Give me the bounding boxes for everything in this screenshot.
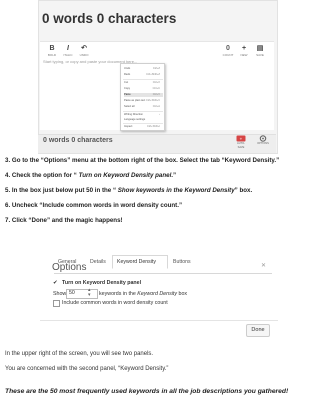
menu-item-label: Redo: [124, 73, 131, 76]
show-suffix-tail: box: [177, 291, 188, 297]
menu-item-inspect[interactable]: Inspect Ctrl+Shift+I: [124, 125, 163, 129]
show-label: Show: [53, 291, 67, 297]
step-4-text: 4. Check the option for “ Turn on Keywor…: [5, 172, 177, 179]
paragraph-panels: In the upper right of the screen, you wi…: [5, 351, 154, 357]
menu-item-cut[interactable]: Cut Ctrl+X: [124, 81, 163, 85]
include-common-checkbox[interactable]: [53, 300, 60, 307]
undo-button[interactable]: ↶ UNDO: [76, 45, 92, 58]
svg-text:+: +: [240, 136, 243, 141]
menu-item-shortcut: Ctrl+Z: [152, 67, 160, 70]
menu-separator: [123, 123, 163, 124]
auto-save-icon: +: [236, 135, 246, 142]
menu-item-shortcut: Ctrl+Shift+V: [146, 99, 160, 102]
menu-item-shortcut: Ctrl+A: [152, 105, 160, 108]
save-label: SAVE: [256, 53, 264, 57]
footer-word-count: 0 words 0 characters: [43, 137, 113, 144]
menu-item-paste-plain[interactable]: Paste as plain text Ctrl+Shift+V: [124, 99, 163, 103]
show-suffix-plain: keywords in the: [99, 291, 138, 297]
include-common-label: Include common words in word density cou…: [62, 300, 168, 306]
keyword-count-value: 50: [69, 290, 75, 296]
turn-on-label: Turn on Keyword Density panel: [62, 280, 142, 286]
menu-separator: [123, 79, 163, 80]
menu-separator: [123, 111, 163, 112]
count-icon: 0: [226, 45, 230, 52]
tab-details[interactable]: Details: [90, 259, 106, 265]
menu-item-shortcut: Ctrl+C: [152, 87, 160, 90]
menu-item-writing-direction[interactable]: Writing Direction ›: [124, 113, 163, 117]
new-button[interactable]: + NEW: [236, 45, 252, 58]
auto-save-button[interactable]: + AUTO-SAVE: [234, 135, 248, 150]
menu-item-label: Copy: [124, 87, 131, 90]
step-5-text: 5. In the box just below put 50 in the “…: [5, 187, 253, 194]
menu-item-redo[interactable]: Redo Ctrl+Shift+Z: [124, 73, 163, 77]
italic-label: ITALIC: [63, 53, 73, 57]
auto-save-label: AUTO-SAVE: [236, 142, 246, 149]
bold-icon: B: [49, 45, 55, 52]
undo-icon: ↶: [81, 45, 87, 52]
show-suffix-text: keywords in the Keyword Density box: [99, 291, 187, 297]
plus-icon: +: [241, 45, 247, 52]
menu-item-label: Paste as plain text: [124, 99, 146, 102]
save-icon: ▤: [256, 45, 264, 52]
step-3-text: 3. Go to the “Options” menu at the botto…: [5, 157, 280, 164]
menu-item-label: Writing Direction: [124, 113, 143, 116]
menu-item-select-all[interactable]: Select all Ctrl+A: [124, 105, 163, 109]
tab-keyword-density-label: Keyword Density: [117, 259, 156, 265]
menu-item-label: Language settings: [124, 118, 146, 121]
paragraph-second-panel: You are concerned with the second panel,…: [5, 366, 169, 372]
menu-item-undo[interactable]: Undo Ctrl+Z: [124, 67, 163, 71]
menu-item-language-settings[interactable]: Language settings: [124, 118, 163, 122]
count-button[interactable]: 0 COUNT: [220, 45, 236, 58]
menu-item-label: Cut: [124, 81, 129, 84]
tab-general[interactable]: General: [58, 259, 76, 265]
final-highlight-text: These are the 50 most frequently used ke…: [5, 388, 289, 395]
bold-button[interactable]: B BOLD: [44, 45, 60, 58]
show-suffix-italic: Keyword Density: [137, 291, 178, 297]
stepper-arrows-icon[interactable]: ▴ ▾: [88, 288, 91, 298]
menu-item-paste[interactable]: Paste Ctrl+V: [124, 93, 163, 97]
tabs-divider: [54, 273, 272, 274]
italic-button[interactable]: I ITALIC: [60, 45, 76, 58]
menu-item-label: Inspect: [124, 125, 133, 128]
menu-item-copy[interactable]: Copy Ctrl+C: [124, 87, 163, 91]
options-label: OPTIONS: [257, 142, 269, 145]
menu-item-shortcut: Ctrl+Shift+I: [147, 125, 160, 128]
step-7-text: 7. Click “Done” and the magic happens!: [5, 217, 123, 224]
done-button[interactable]: Done: [246, 324, 270, 337]
new-label: NEW: [240, 53, 248, 57]
count-label: COUNT: [222, 53, 234, 57]
tab-buttons[interactable]: Buttons: [173, 259, 191, 265]
gear-icon: [259, 135, 267, 142]
submenu-arrow-icon: ›: [159, 113, 160, 116]
menu-item-label: Paste: [124, 93, 131, 96]
menu-item-shortcut: Ctrl+V: [152, 93, 160, 96]
menu-item-label: Select all: [124, 105, 135, 108]
italic-icon: I: [67, 45, 69, 52]
options-button[interactable]: OPTIONS: [256, 135, 270, 146]
step-6-text: 6. Uncheck “Include common words in word…: [5, 202, 183, 209]
bold-label: BOLD: [47, 53, 57, 57]
context-menu: Undo Ctrl+Z Redo Ctrl+Shift+Z Cut Ctrl+X Co…: [120, 63, 165, 131]
menu-item-shortcut: Ctrl+Shift+Z: [146, 73, 160, 76]
save-button[interactable]: ▤ SAVE: [252, 45, 268, 58]
turn-on-checkbox[interactable]: ✔: [53, 280, 58, 286]
dialog-footer-divider: [40, 320, 278, 321]
undo-label: UNDO: [79, 53, 89, 57]
close-icon[interactable]: ✕: [261, 262, 266, 269]
menu-item-label: Undo: [124, 67, 131, 70]
word-count-headline: 0 words 0 characters: [42, 11, 177, 26]
menu-item-shortcut: Ctrl+X: [152, 81, 160, 84]
